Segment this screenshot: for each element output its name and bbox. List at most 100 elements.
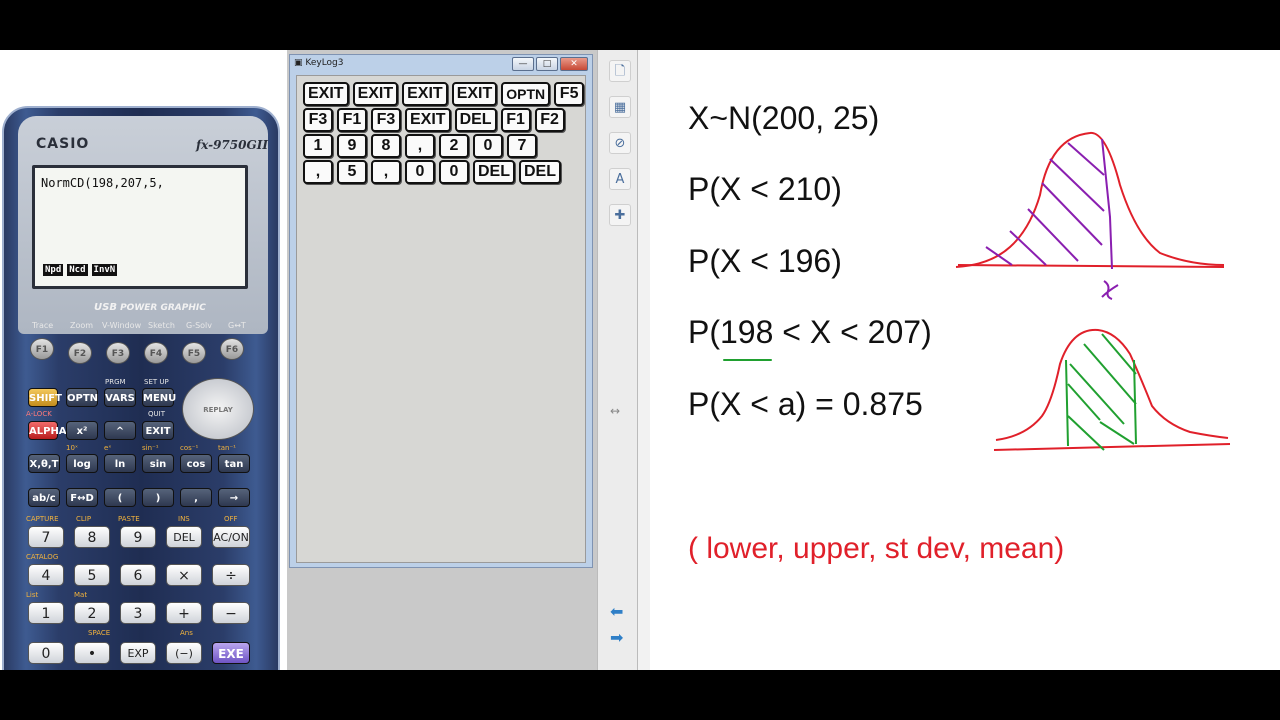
log-key[interactable]: log bbox=[66, 454, 98, 473]
fn-label-zoom: Zoom bbox=[70, 321, 94, 330]
keylog-key: 0 bbox=[405, 160, 435, 184]
key-7[interactable]: 7 bbox=[28, 526, 64, 548]
label-list: List bbox=[26, 591, 39, 599]
calculator-panel: CASIO fx-9750GII NormCD(198,207,5, Npd N… bbox=[0, 50, 287, 716]
xthetat-key[interactable]: X,θ,T bbox=[28, 454, 60, 473]
right-paren-key[interactable]: ) bbox=[142, 488, 174, 507]
keylog-row-2: F3 F1 F3 EXIT DEL F1 F2 bbox=[303, 108, 565, 132]
key-0[interactable]: 0 bbox=[28, 642, 64, 664]
cos-key[interactable]: cos bbox=[180, 454, 212, 473]
argument-order-note: ( lower, upper, st dev, mean) bbox=[688, 532, 1065, 565]
maximize-button[interactable]: □ bbox=[536, 57, 558, 71]
key-8[interactable]: 8 bbox=[74, 526, 110, 548]
key-4[interactable]: 4 bbox=[28, 564, 64, 586]
tan-key[interactable]: tan bbox=[218, 454, 250, 473]
fn-label-vwindow: V-Window bbox=[102, 321, 142, 330]
optn-key[interactable]: OPTN bbox=[66, 388, 98, 407]
label-setup: SET UP bbox=[144, 378, 169, 386]
distribution-line: X~N(200, 25) bbox=[688, 100, 880, 136]
alpha-key[interactable]: ALPHA bbox=[28, 421, 67, 440]
exe-key[interactable]: EXE bbox=[212, 642, 250, 664]
x-squared-key[interactable]: x² bbox=[66, 421, 98, 440]
whiteboard[interactable]: X~N(200, 25) P(X < 210) P(X < 196) P(198… bbox=[650, 50, 1280, 670]
underline-mark bbox=[723, 359, 772, 361]
keylog-key: 2 bbox=[439, 134, 469, 158]
sin-key[interactable]: sin bbox=[142, 454, 174, 473]
properties-icon[interactable]: A bbox=[609, 168, 631, 190]
calculator-model: fx-9750GII bbox=[196, 138, 268, 152]
fn-label-trace: Trace bbox=[32, 321, 54, 330]
keylog-row-3: 1 9 8 , 2 0 7 bbox=[303, 134, 537, 158]
fn-label-gt: G↔T bbox=[228, 321, 246, 330]
label-tan-inv: tan⁻¹ bbox=[218, 444, 236, 452]
exp-key[interactable]: EXP bbox=[120, 642, 156, 664]
minimize-button[interactable]: — bbox=[512, 57, 534, 71]
key-5[interactable]: 5 bbox=[74, 564, 110, 586]
key-2[interactable]: 2 bbox=[74, 602, 110, 624]
resize-handle-icon[interactable]: ↔ bbox=[610, 404, 620, 418]
keylog-key: , bbox=[303, 160, 333, 184]
addon-icon[interactable]: ✚ bbox=[609, 204, 631, 226]
probability-line-2: P(X < 196) bbox=[688, 243, 842, 279]
keylog-key: DEL bbox=[454, 108, 497, 132]
keylog-key: DEL bbox=[519, 160, 561, 184]
store-arrow-key[interactable]: → bbox=[218, 488, 250, 507]
shift-key[interactable]: SHIFT bbox=[28, 388, 62, 407]
label-clip: CLIP bbox=[76, 515, 92, 523]
divide-key[interactable]: ÷ bbox=[212, 564, 250, 586]
key-1[interactable]: 1 bbox=[28, 602, 64, 624]
ac-on-key[interactable]: AC/ON bbox=[212, 526, 250, 548]
label-catalog: CATALOG bbox=[26, 553, 59, 561]
power-key[interactable]: ^ bbox=[104, 421, 136, 440]
keylog-key: F1 bbox=[337, 108, 367, 132]
top-black-bar bbox=[0, 0, 1280, 50]
replay-pad[interactable]: REPLAY bbox=[182, 378, 254, 440]
fd-key[interactable]: F↔D bbox=[66, 488, 98, 507]
gallery-icon[interactable]: ▦ bbox=[609, 96, 631, 118]
f6-key[interactable]: F6 bbox=[220, 338, 244, 360]
ln-key[interactable]: ln bbox=[104, 454, 136, 473]
bottom-black-bar bbox=[0, 670, 1280, 720]
f1-key[interactable]: F1 bbox=[30, 338, 54, 360]
menu-key[interactable]: MENU bbox=[142, 388, 176, 407]
label-mat: Mat bbox=[74, 591, 88, 599]
keylog-area: ▣ KeyLog3 — □ ✕ EXIT EXIT EXIT EXIT OPTN… bbox=[287, 50, 597, 670]
comma-key[interactable]: , bbox=[180, 488, 212, 507]
keylog-key: 7 bbox=[507, 134, 537, 158]
attachment-icon[interactable]: ⊘ bbox=[609, 132, 631, 154]
decimal-key[interactable]: • bbox=[74, 642, 110, 664]
keylog-key: 1 bbox=[303, 134, 333, 158]
key-6[interactable]: 6 bbox=[120, 564, 156, 586]
keylog-row-1: EXIT EXIT EXIT EXIT OPTN F5 bbox=[303, 82, 585, 106]
f2-key[interactable]: F2 bbox=[68, 342, 92, 364]
f3-key[interactable]: F3 bbox=[106, 342, 130, 364]
calculator-screen: NormCD(198,207,5, Npd Ncd InvN bbox=[32, 165, 248, 289]
keylog-key: EXIT bbox=[303, 82, 349, 106]
label-ans: Ans bbox=[180, 629, 193, 637]
next-page-icon[interactable]: ➡ bbox=[610, 628, 623, 647]
soft-menu-ncd: Ncd bbox=[67, 264, 88, 276]
vars-key[interactable]: VARS bbox=[104, 388, 136, 407]
negative-key[interactable]: (−) bbox=[166, 642, 202, 664]
keylog-key: 0 bbox=[439, 160, 469, 184]
left-paren-key[interactable]: ( bbox=[104, 488, 136, 507]
plus-key[interactable]: + bbox=[166, 602, 202, 624]
label-off: OFF bbox=[224, 515, 238, 523]
toolbar-divider bbox=[638, 50, 650, 670]
close-button[interactable]: ✕ bbox=[560, 57, 588, 71]
f5-key[interactable]: F5 bbox=[182, 342, 206, 364]
page-icon[interactable]: 🗋 bbox=[609, 60, 631, 82]
key-9[interactable]: 9 bbox=[120, 526, 156, 548]
key-3[interactable]: 3 bbox=[120, 602, 156, 624]
calculator-brand: CASIO bbox=[36, 136, 90, 152]
soft-menu: Npd Ncd InvN bbox=[43, 264, 118, 276]
previous-page-icon[interactable]: ⬅ bbox=[610, 602, 623, 621]
exit-key[interactable]: EXIT bbox=[142, 421, 174, 440]
fraction-key[interactable]: ab/c bbox=[28, 488, 60, 507]
soft-menu-npd: Npd bbox=[43, 264, 64, 276]
minus-key[interactable]: − bbox=[212, 602, 250, 624]
bell-curve-sketch-2 bbox=[993, 328, 1231, 451]
del-key[interactable]: DEL bbox=[166, 526, 202, 548]
multiply-key[interactable]: × bbox=[166, 564, 202, 586]
f4-key[interactable]: F4 bbox=[144, 342, 168, 364]
